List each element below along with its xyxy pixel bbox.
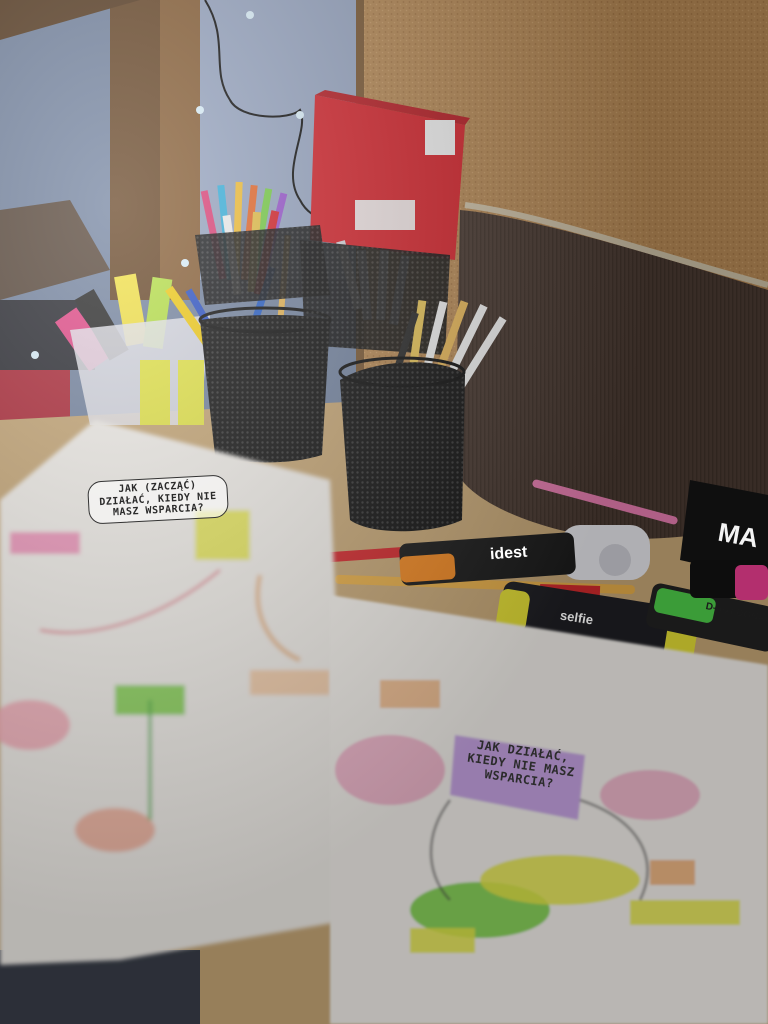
highlighter-orange-brand: idest: [489, 543, 528, 564]
left-sheet-heading: JAK (ZACZĄĆ) DZIAŁAĆ, KIEDY NIE MASZ WSP…: [86, 474, 230, 525]
